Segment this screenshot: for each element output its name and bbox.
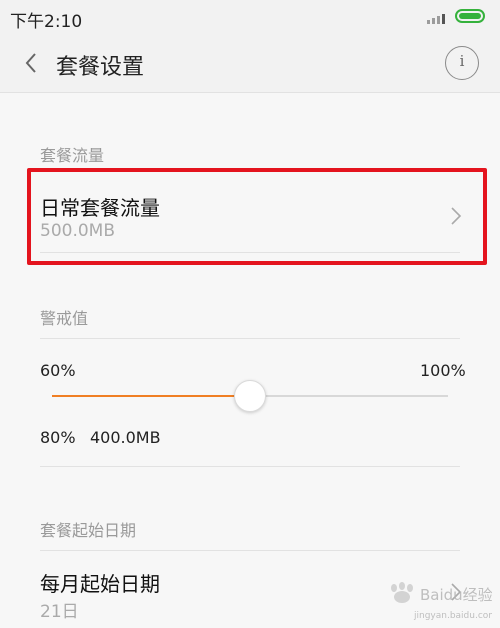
page-title: 套餐设置 xyxy=(56,55,145,80)
warning-threshold-slider[interactable] xyxy=(52,380,448,412)
highlight-annotation-box xyxy=(27,168,487,265)
section-header-warning: 警戒值 xyxy=(40,309,89,328)
slider-thumb[interactable] xyxy=(234,380,266,412)
info-button[interactable]: i xyxy=(445,46,479,80)
section-header-start-date: 套餐起始日期 xyxy=(40,521,137,540)
slider-max-label: 100% xyxy=(420,361,466,380)
back-button[interactable] xyxy=(20,50,44,76)
monthly-start-date-title: 每月起始日期 xyxy=(40,572,160,596)
battery-icon xyxy=(455,9,485,23)
status-bar: 下午2:10 xyxy=(0,0,500,34)
status-time: 下午2:10 xyxy=(10,12,83,32)
slider-fill xyxy=(52,395,250,397)
warning-percent: 80% xyxy=(40,428,76,447)
watermark-sub: jingyan.baidu.com xyxy=(413,611,492,621)
monthly-start-date-value: 21日 xyxy=(40,602,79,622)
divider xyxy=(40,550,460,551)
title-bar: 套餐设置 i xyxy=(0,34,500,93)
warning-amount: 400.0MB xyxy=(90,428,161,447)
slider-min-label: 60% xyxy=(40,361,76,380)
baidu-watermark: Baidu经验 jingyan.baidu.com xyxy=(380,578,497,624)
divider xyxy=(40,338,460,339)
chevron-left-icon xyxy=(25,53,36,73)
info-icon: i xyxy=(459,52,465,70)
divider xyxy=(40,466,460,467)
watermark-text: Baidu经验 xyxy=(420,586,492,604)
signal-icon xyxy=(427,12,449,24)
section-header-plan: 套餐流量 xyxy=(40,146,105,165)
